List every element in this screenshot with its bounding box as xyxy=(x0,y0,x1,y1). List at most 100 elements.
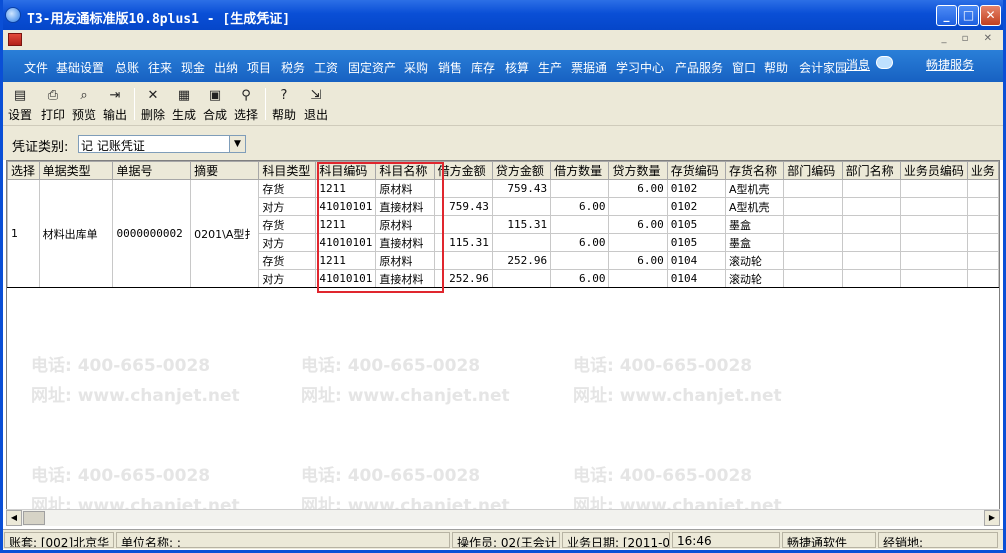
inv-name-cell: 墨盒 xyxy=(725,233,785,252)
column-header[interactable]: 部门名称 xyxy=(841,161,901,180)
preview-icon: ⌕ xyxy=(80,88,88,103)
merge-icon: ▣ xyxy=(208,88,222,103)
menu-item-fixed-assets[interactable]: 固定资产 xyxy=(348,59,396,76)
status-business-date: 业务日期: [2011-0 xyxy=(562,532,670,548)
menu-item-window[interactable]: 窗口 xyxy=(732,59,756,76)
inv-name-cell: A型机壳 xyxy=(725,197,785,216)
column-header[interactable]: 业务 xyxy=(966,161,999,180)
column-header[interactable]: 摘要 xyxy=(190,161,260,180)
menu-item-basic-settings[interactable]: 基础设置 xyxy=(56,59,104,76)
mdi-window-buttons[interactable]: _ ▫ ✕ xyxy=(941,33,998,44)
dept-code-cell xyxy=(783,269,843,288)
staff-code-cell xyxy=(899,251,968,270)
menu-item-production[interactable]: 生产 xyxy=(538,59,562,76)
column-header[interactable]: 选择 xyxy=(7,161,40,180)
help-button[interactable]: ? 帮助 xyxy=(271,87,297,122)
exit-button[interactable]: ⇲ 退出 xyxy=(303,87,329,122)
column-header[interactable]: 贷方金额 xyxy=(491,161,552,180)
watermark-phone: 电话: 400-665-0028 xyxy=(301,466,481,486)
dept-code-cell xyxy=(783,215,843,234)
maximize-button[interactable]: □ xyxy=(958,5,979,26)
menu-item-tax[interactable]: 税务 xyxy=(281,59,305,76)
watermark-site: 网址: www.chanjet.net xyxy=(301,386,510,406)
column-header[interactable]: 贷方数量 xyxy=(608,161,668,180)
menu-item-cash[interactable]: 现金 xyxy=(181,59,205,76)
select-button[interactable]: ⚲ 选择 xyxy=(233,87,259,122)
menu-item-sales[interactable]: 销售 xyxy=(438,59,462,76)
settings-button[interactable]: ▤ 设置 xyxy=(7,87,33,122)
inv-code-cell: 0102 xyxy=(666,179,727,198)
column-header[interactable]: 业务员编码 xyxy=(899,161,968,180)
print-button[interactable]: ⎙ 打印 xyxy=(40,87,66,122)
voucher-type-select[interactable]: 记 记账凭证 ▼ xyxy=(78,135,246,153)
generate-button[interactable]: ▦ 生成 xyxy=(171,87,197,122)
chevron-down-icon[interactable]: ▼ xyxy=(229,136,245,152)
credit-cell xyxy=(491,197,552,216)
table-row[interactable]: 1 材料出库单 0000000002 0201\A型扌 存货 1211 原材料 … xyxy=(7,179,999,288)
export-button[interactable]: ⇥ 输出 xyxy=(102,87,128,122)
menu-item-purchase[interactable]: 采购 xyxy=(404,59,428,76)
select-icon: ⚲ xyxy=(241,88,251,103)
menu-item-inventory[interactable]: 库存 xyxy=(471,59,495,76)
preview-button[interactable]: ⌕ 预览 xyxy=(71,87,97,122)
column-header[interactable]: 科目类型 xyxy=(258,161,317,180)
menu-item-cashier[interactable]: 出纳 xyxy=(214,59,238,76)
exit-icon: ⇲ xyxy=(310,88,322,103)
menu-item-payroll[interactable]: 工资 xyxy=(314,59,338,76)
delete-label: 删除 xyxy=(140,108,165,122)
chat-icon xyxy=(876,56,893,69)
minimize-button[interactable]: _ xyxy=(936,5,957,26)
menu-item-receivables[interactable]: 往来 xyxy=(148,59,172,76)
business-cell xyxy=(966,251,999,270)
select-cell[interactable]: 1 xyxy=(7,179,40,288)
menu-item-help[interactable]: 帮助 xyxy=(764,59,788,76)
close-button[interactable]: ✕ xyxy=(980,5,1001,26)
column-header[interactable]: 存货编码 xyxy=(666,161,727,180)
credit-cell xyxy=(491,269,552,288)
watermark-phone: 电话: 400-665-0028 xyxy=(573,356,753,376)
merge-button[interactable]: ▣ 合成 xyxy=(202,87,228,122)
horizontal-scrollbar[interactable]: ◀ ▶ xyxy=(6,509,1000,526)
staff-code-cell xyxy=(899,215,968,234)
subject-type-cell: 存货 xyxy=(258,179,317,198)
credit-qty-cell: 6.00 xyxy=(608,251,668,270)
column-header[interactable]: 单据类型 xyxy=(38,161,114,180)
menu-item-product-services[interactable]: 产品服务 xyxy=(675,59,723,76)
subject-type-cell: 存货 xyxy=(258,251,317,270)
status-bar: 账套: [002]北京华 单位名称: : 操作员: 02(王会计 业务日期: [… xyxy=(0,529,1006,549)
inv-code-cell: 0104 xyxy=(666,251,727,270)
chanjet-service-link[interactable]: 畅捷服务 xyxy=(926,56,974,73)
settings-label: 设置 xyxy=(7,108,32,122)
column-header[interactable]: 存货名称 xyxy=(725,161,785,180)
scroll-thumb[interactable] xyxy=(23,511,45,525)
watermark-phone: 电话: 400-665-0028 xyxy=(31,466,211,486)
menu-item-accounting-home[interactable]: 会计家园 xyxy=(799,59,847,76)
scroll-right-icon[interactable]: ▶ xyxy=(984,510,1000,526)
menu-item-costing[interactable]: 核算 xyxy=(505,59,529,76)
menu-item-ledger[interactable]: 总账 xyxy=(115,59,139,76)
print-icon: ⎙ xyxy=(47,88,59,103)
debit-qty-cell xyxy=(550,251,610,270)
toolbar-separator xyxy=(134,88,135,120)
scroll-left-icon[interactable]: ◀ xyxy=(6,510,22,526)
menu-item-notes[interactable]: 票据通 xyxy=(571,59,607,76)
business-cell xyxy=(966,179,999,198)
status-vendor: 畅捷通软件 xyxy=(782,532,876,548)
menu-item-learning-center[interactable]: 学习中心 xyxy=(616,59,664,76)
grid-end-line xyxy=(7,287,999,288)
credit-cell xyxy=(491,233,552,252)
menu-item-project[interactable]: 项目 xyxy=(247,59,271,76)
column-header[interactable]: 部门编码 xyxy=(783,161,843,180)
menu-item-file[interactable]: 文件 xyxy=(24,59,48,76)
status-location: 经销地: xyxy=(878,532,998,548)
column-header[interactable]: 借方数量 xyxy=(550,161,610,180)
delete-button[interactable]: ✕ 删除 xyxy=(140,87,166,122)
debit-qty-cell: 6.00 xyxy=(550,233,610,252)
watermark-phone: 电话: 400-665-0028 xyxy=(573,466,753,486)
inv-code-cell: 0102 xyxy=(666,197,727,216)
column-header[interactable]: 单据号 xyxy=(112,161,192,180)
inv-name-cell: 滚动轮 xyxy=(725,251,785,270)
voucher-type-row: 凭证类别: 记 记账凭证 ▼ xyxy=(0,126,1006,160)
messages-link[interactable]: 消息 xyxy=(846,56,870,73)
settings-icon: ▤ xyxy=(13,88,27,103)
